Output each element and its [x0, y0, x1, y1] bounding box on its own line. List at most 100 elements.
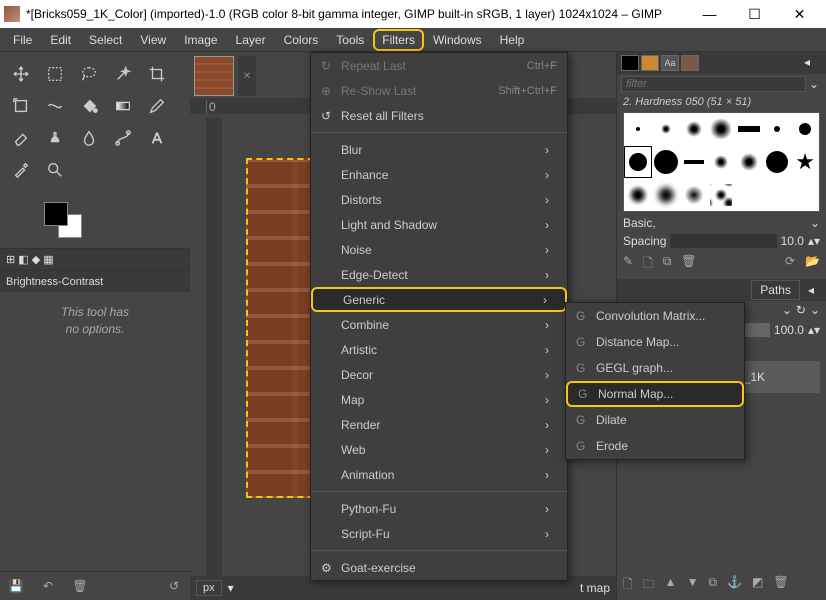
- new-brush-icon[interactable]: 🗋: [643, 254, 653, 275]
- spacing-slider[interactable]: [670, 234, 776, 248]
- filters-edge-detect[interactable]: Edge-Detect›: [311, 262, 567, 287]
- maximize-button[interactable]: ☐: [732, 0, 777, 28]
- generic-convolution-matrix[interactable]: GConvolution Matrix...: [566, 303, 744, 329]
- del-brush-icon[interactable]: 🗑: [681, 254, 696, 275]
- picker-tool[interactable]: [6, 156, 36, 184]
- refresh-brush-icon[interactable]: ⟳: [785, 254, 795, 275]
- menu-colors[interactable]: Colors: [275, 29, 328, 51]
- unit-select[interactable]: px: [196, 580, 222, 596]
- menu-file[interactable]: File: [4, 29, 41, 51]
- filters-web[interactable]: Web›: [311, 437, 567, 462]
- spacing-label: Spacing: [623, 234, 666, 248]
- fonts-tab[interactable]: Aa: [661, 55, 679, 71]
- text-tool[interactable]: [142, 124, 172, 152]
- delete-icon[interactable]: 🗑: [68, 576, 92, 596]
- filters-script-fu[interactable]: Script-Fu›: [311, 521, 567, 546]
- panel-menu-icon[interactable]: ◂: [804, 55, 822, 71]
- generic-erode[interactable]: GErode: [566, 433, 744, 459]
- filters-reset-all-filters[interactable]: ↺Reset all Filters: [311, 103, 567, 128]
- filters-enhance[interactable]: Enhance›: [311, 162, 567, 187]
- menu-filters[interactable]: Filters: [373, 29, 424, 51]
- warp-tool[interactable]: [40, 92, 70, 120]
- smudge-tool[interactable]: [74, 124, 104, 152]
- pencil-tool[interactable]: [142, 92, 172, 120]
- filters-goat[interactable]: ⚙Goat-exercise: [311, 555, 567, 580]
- image-thumb-close[interactable]: [238, 56, 256, 96]
- filters-artistic[interactable]: Artistic›: [311, 337, 567, 362]
- app-icon: [4, 6, 20, 22]
- brush-filter-input[interactable]: [621, 76, 806, 92]
- merge-icon[interactable]: ⚓: [727, 575, 742, 596]
- mask-icon[interactable]: ◩: [752, 575, 763, 596]
- bucket-tool[interactable]: [74, 92, 104, 120]
- patterns-tab[interactable]: [641, 55, 659, 71]
- brush-grid[interactable]: ★: [623, 112, 820, 212]
- menu-windows[interactable]: Windows: [424, 29, 491, 51]
- menu-view[interactable]: View: [131, 29, 175, 51]
- lasso-tool[interactable]: [74, 60, 104, 88]
- crop-tool[interactable]: [142, 60, 172, 88]
- dup-brush-icon[interactable]: ⧉: [663, 254, 672, 275]
- ruler-vertical: [206, 118, 222, 598]
- path-tool[interactable]: [108, 124, 138, 152]
- filters-generic[interactable]: Generic›: [311, 287, 567, 312]
- new-layer-icon[interactable]: 🗋: [623, 575, 633, 596]
- del-layer-icon[interactable]: 🗑: [773, 575, 788, 596]
- up-icon[interactable]: ▲: [665, 575, 677, 596]
- filters-map[interactable]: Map›: [311, 387, 567, 412]
- filters-blur[interactable]: Blur›: [311, 137, 567, 162]
- rect-select-tool[interactable]: [40, 60, 70, 88]
- filters-render[interactable]: Render›: [311, 412, 567, 437]
- status-text: t map: [580, 581, 610, 595]
- open-brush-icon[interactable]: 📂: [805, 254, 820, 275]
- minimize-button[interactable]: —: [687, 0, 732, 28]
- eraser-tool[interactable]: [6, 124, 36, 152]
- color-swatches[interactable]: [40, 200, 90, 240]
- filters-combine[interactable]: Combine›: [311, 312, 567, 337]
- down-icon[interactable]: ▼: [687, 575, 699, 596]
- move-tool[interactable]: [6, 60, 36, 88]
- clone-tool[interactable]: [40, 124, 70, 152]
- generic-distance-map[interactable]: GDistance Map...: [566, 329, 744, 355]
- transform-tool[interactable]: [6, 92, 36, 120]
- menu-layer[interactable]: Layer: [227, 29, 275, 51]
- dup-layer-icon[interactable]: ⧉: [708, 575, 717, 596]
- restore-icon[interactable]: ↶: [36, 576, 60, 596]
- brushes-tab[interactable]: [621, 55, 639, 71]
- generic-dilate[interactable]: GDilate: [566, 407, 744, 433]
- menu-select[interactable]: Select: [80, 29, 131, 51]
- layers-tabs: Paths ◂: [617, 279, 826, 301]
- reset-icon[interactable]: ↺: [162, 576, 186, 596]
- menu-help[interactable]: Help: [491, 29, 534, 51]
- filters-light-and-shadow[interactable]: Light and Shadow›: [311, 212, 567, 237]
- mode-icon[interactable]: ↻: [796, 303, 806, 317]
- save-preset-icon[interactable]: 💾: [4, 576, 28, 596]
- generic-gegl-graph[interactable]: GGEGL graph...: [566, 355, 744, 381]
- close-button[interactable]: ✕: [777, 0, 822, 28]
- gradient-tool[interactable]: [108, 92, 138, 120]
- filters-animation[interactable]: Animation›: [311, 462, 567, 487]
- brush-name: 2. Hardness 050 (51 × 51): [617, 94, 826, 110]
- zoom-tool[interactable]: [40, 156, 70, 184]
- menu-image[interactable]: Image: [175, 29, 226, 51]
- menu-tools[interactable]: Tools: [327, 29, 373, 51]
- filters-repeat-last: ↻Repeat LastCtrl+F: [311, 53, 567, 78]
- generic-normal-map[interactable]: GNormal Map...: [566, 381, 744, 407]
- history-tab[interactable]: [681, 55, 699, 71]
- basic-label[interactable]: Basic,: [623, 216, 806, 230]
- filter-chevron-icon[interactable]: ⌄: [806, 77, 822, 91]
- wand-tool[interactable]: [108, 60, 138, 88]
- menu-edit[interactable]: Edit: [41, 29, 80, 51]
- paths-tab[interactable]: Paths: [751, 280, 800, 300]
- image-thumb[interactable]: [194, 56, 234, 96]
- tool-options-title: Brightness-Contrast: [6, 276, 103, 288]
- filters-python-fu[interactable]: Python-Fu›: [311, 496, 567, 521]
- filters-distorts[interactable]: Distorts›: [311, 187, 567, 212]
- filters-decor[interactable]: Decor›: [311, 362, 567, 387]
- edit-brush-icon[interactable]: ✎: [623, 254, 633, 275]
- group-icon[interactable]: 🗀: [643, 575, 655, 596]
- filters-re-show-last: ⊕Re-Show LastShift+Ctrl+F: [311, 78, 567, 103]
- fg-color[interactable]: [44, 202, 68, 226]
- filters-noise[interactable]: Noise›: [311, 237, 567, 262]
- layer-actions: 🗋 🗀 ▲ ▼ ⧉ ⚓ ◩ 🗑: [617, 571, 826, 600]
